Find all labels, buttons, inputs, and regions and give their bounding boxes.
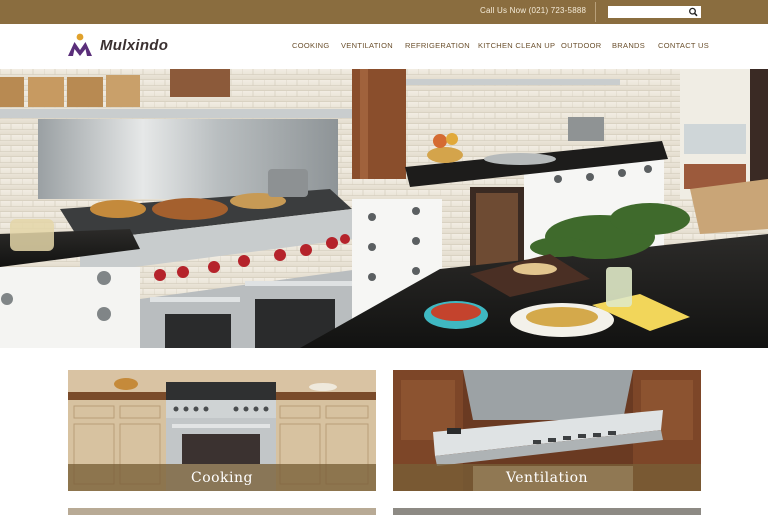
tile-row2-right[interactable] bbox=[393, 508, 701, 515]
site-header: Mulxindo COOKING VENTILATION REFRIGERATI… bbox=[0, 24, 768, 69]
tile-cooking-label: Cooking bbox=[190, 470, 253, 486]
mulxindo-logo-icon[interactable] bbox=[67, 33, 93, 57]
hero-slideshow[interactable] bbox=[0, 69, 768, 348]
tile-row2-left[interactable] bbox=[68, 508, 376, 515]
nav-contact-us[interactable]: CONTACT US bbox=[658, 41, 709, 50]
nav-cooking[interactable]: COOKING bbox=[292, 41, 330, 50]
brand-name[interactable]: Mulxindo bbox=[100, 37, 168, 54]
tile-ventilation-label: Ventilation bbox=[505, 470, 589, 486]
nav-kitchen-clean-up[interactable]: KITCHEN CLEAN UP bbox=[478, 41, 555, 50]
topbar-divider bbox=[595, 2, 596, 22]
hero-kitchen-image bbox=[0, 69, 768, 348]
nav-outdoor[interactable]: OUTDOOR bbox=[561, 41, 601, 50]
search-icon[interactable] bbox=[688, 7, 699, 17]
phone-number: Call Us Now (021) 723-5888 bbox=[480, 6, 587, 15]
nav-refrigeration[interactable]: REFRIGERATION bbox=[405, 41, 470, 50]
nav-ventilation[interactable]: VENTILATION bbox=[341, 41, 393, 50]
nav-brands[interactable]: BRANDS bbox=[612, 41, 645, 50]
top-bar: Call Us Now (021) 723-5888 bbox=[0, 0, 768, 24]
tile-ventilation[interactable]: Ventilation bbox=[393, 370, 701, 491]
tile-cooking[interactable]: Cooking bbox=[68, 370, 376, 491]
